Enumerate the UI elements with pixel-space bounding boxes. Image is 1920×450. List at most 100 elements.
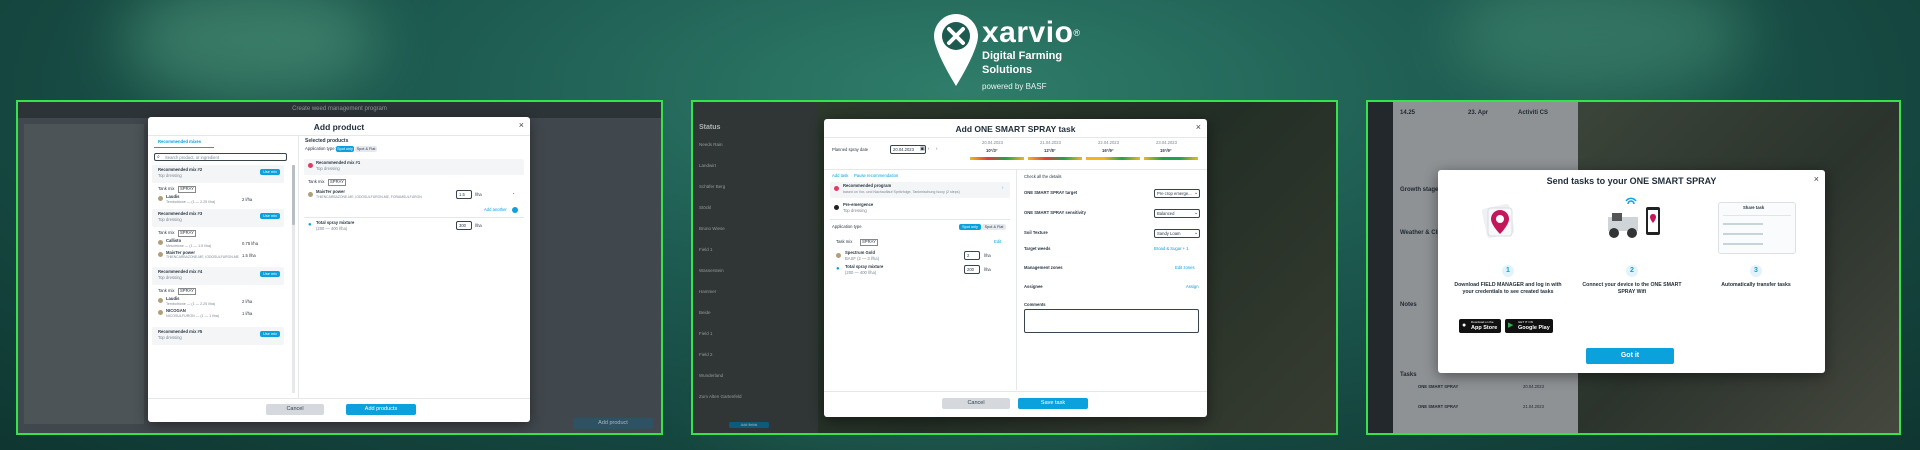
detail-select[interactable]: Balanced ⌄ xyxy=(1154,209,1200,218)
total-input[interactable]: 200 xyxy=(964,265,980,274)
close-icon[interactable]: × xyxy=(1196,122,1201,132)
spray-suitability-bar xyxy=(970,157,1024,160)
google-play-badge[interactable]: ▶ GET IT ON Google Play xyxy=(1505,319,1553,333)
modal-title: Add ONE SMART SPRAY task xyxy=(955,124,1076,134)
tankmix-label: Tank mix xyxy=(308,179,325,184)
tab-recommended-mixes[interactable]: Recommended mixes xyxy=(158,139,201,145)
detail-label: Soil Texture xyxy=(1024,230,1048,235)
chevron-right-icon: › xyxy=(1002,185,1004,190)
product-rate: 1 l/ha xyxy=(242,311,253,316)
use-mix-button[interactable]: Use mix xyxy=(260,271,280,277)
spray-tag: SPRAY xyxy=(178,186,196,193)
product-desc: THIENCARBAZONE-ME, IODOSULFURON-ME xyxy=(166,255,239,259)
chevron-right-icon[interactable]: › xyxy=(936,146,937,152)
tankmix-label: Task mix xyxy=(836,239,853,244)
selected-mix-sub: Top dressing xyxy=(316,166,340,171)
total-input[interactable]: 300 xyxy=(456,221,472,230)
unit-label: l/ha xyxy=(984,253,991,258)
got-it-button[interactable]: Got it xyxy=(1586,348,1674,364)
spray-tag: SPRAY xyxy=(178,288,196,295)
forecast-date: 22.04.2023 xyxy=(1098,140,1119,145)
product-icon xyxy=(158,310,163,315)
app-store-small: Download on the xyxy=(1471,320,1494,324)
modal-title: Add product xyxy=(313,122,365,132)
spot-only-toggle[interactable]: Spot only xyxy=(959,224,981,230)
cancel-button[interactable]: Cancel xyxy=(942,398,1010,409)
total-value: 300 xyxy=(459,223,466,228)
detail-select[interactable]: Pre crop emerge... ⌄ xyxy=(1154,189,1200,198)
spray-tag: SPRAY xyxy=(328,179,346,186)
detail-label: ONE SMART SPRAY target xyxy=(1024,190,1078,195)
date-input[interactable]: 20.04.2023 ▣ xyxy=(890,145,926,154)
spray-tag: SPRAY xyxy=(178,230,196,237)
target-weeds-link[interactable]: Broad & Sugar + 1 xyxy=(1154,246,1189,252)
add-task-crumb[interactable]: Add task xyxy=(832,173,848,179)
rate-input[interactable]: 1.5 xyxy=(456,190,472,199)
step-icon xyxy=(834,205,839,210)
plus-icon[interactable] xyxy=(512,207,518,213)
spot-flat-toggle[interactable]: Spot & Flat xyxy=(982,224,1006,230)
save-task-button[interactable]: Save task xyxy=(1018,398,1088,409)
product-icon xyxy=(158,298,163,303)
tankmix-label: Tank mix xyxy=(158,186,175,191)
edit-link[interactable]: Edit xyxy=(994,239,1001,245)
step-text: Download FIELD MANAGER and log in with y… xyxy=(1454,282,1562,295)
assign-link[interactable]: Assign xyxy=(1186,284,1199,290)
spot-flat-toggle[interactable]: Spot & Flat xyxy=(355,146,377,152)
screenshot-add-task: Status Needs Rain Landwirt Schäfer Berg Stö… xyxy=(691,100,1338,435)
total-range: (200 — 400 l/ha) xyxy=(316,226,348,231)
rate-value: 2 xyxy=(967,253,970,258)
pre-emergence-sub: Top dressing xyxy=(843,208,867,213)
calendar-icon: ▣ xyxy=(920,146,925,152)
assignee-label: Assignee xyxy=(1024,284,1043,289)
chevron-left-icon[interactable]: ‹ xyxy=(928,146,929,152)
spot-only-toggle[interactable]: Spot only xyxy=(336,146,354,152)
app-store-badge[interactable]: ● Download on the App Store xyxy=(1459,319,1501,333)
add-another-link[interactable]: Add another xyxy=(484,207,507,213)
close-icon[interactable]: × xyxy=(1814,174,1819,184)
edit-zones-link[interactable]: Edit zones xyxy=(1175,265,1195,271)
use-mix-button[interactable]: Use mix xyxy=(260,169,280,175)
add-products-button[interactable]: Add products xyxy=(346,404,416,415)
chevron-down-icon: ⌄ xyxy=(1194,230,1199,236)
spray-suitability-bar xyxy=(1144,157,1198,160)
step-text: Automatically transfer tasks xyxy=(1721,282,1791,288)
zones-label: Management zones xyxy=(1024,265,1063,270)
unit-label: l/ha xyxy=(984,267,991,272)
detail-label: ONE SMART SPRAY sensitivity xyxy=(1024,210,1086,215)
rate-value: 1.5 xyxy=(459,192,465,197)
scrollbar[interactable] xyxy=(292,165,295,393)
mix-sub: Top dressing xyxy=(158,173,182,178)
forecast-temp: 16°/9° xyxy=(1102,148,1114,153)
step-number: 3 xyxy=(1750,265,1762,277)
add-product-modal: Add product × Recommended mixes ⌕ Search… xyxy=(148,117,530,422)
application-type-label: Application type xyxy=(832,224,862,229)
spray-suitability-bar xyxy=(1028,157,1082,160)
comments-textarea[interactable] xyxy=(1024,309,1199,333)
rate-input[interactable]: 2 xyxy=(964,251,980,260)
registered-mark: ® xyxy=(1073,28,1081,38)
powered-by: powered by BASF xyxy=(982,82,1047,91)
unit-label: l/ha xyxy=(475,223,482,228)
play-icon: ▶ xyxy=(1508,322,1514,329)
cancel-button[interactable]: Cancel xyxy=(266,404,324,415)
check-details-label: Check all the details xyxy=(1024,174,1062,179)
product-desc: BASF (2 — 3 l/ha) xyxy=(845,256,879,261)
use-mix-button[interactable]: Use mix xyxy=(260,331,280,337)
comments-label: Comments xyxy=(1024,302,1046,307)
tab-underline xyxy=(154,147,214,148)
screenshot-send-tasks: 14.25 23. Apr Activiti CS Growth stage W… xyxy=(1366,100,1901,435)
forecast-temp: 10°/3° xyxy=(986,148,998,153)
screenshot-add-product: Create weed management program Add produ… xyxy=(16,100,663,435)
apple-icon: ● xyxy=(1462,322,1467,329)
product-desc: Tembotrione — (1 — 2.25 l/ha) xyxy=(166,302,216,306)
use-mix-button[interactable]: Use mix xyxy=(260,213,280,219)
step-text: Connect your device to the ONE SMART SPR… xyxy=(1582,282,1682,295)
search-input[interactable]: ⌕ Search product, or ingredient xyxy=(154,153,287,161)
chevron-down-icon: ⌄ xyxy=(1194,190,1199,196)
brand-line1: Digital Farming xyxy=(982,50,1063,62)
pause-recommendation-link[interactable]: Pause recommendation xyxy=(854,173,898,179)
close-icon[interactable]: × xyxy=(519,120,524,130)
detail-select[interactable]: Sandy Loam ⌄ xyxy=(1154,229,1200,238)
delete-icon[interactable]: ▪ xyxy=(513,191,515,197)
